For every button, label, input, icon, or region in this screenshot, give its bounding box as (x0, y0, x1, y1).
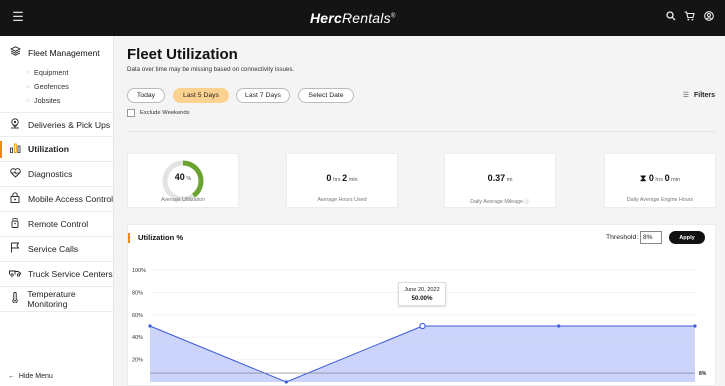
sidebar-item-label: Diagnostics (28, 169, 73, 179)
filter-select-date-button[interactable]: Select Date (298, 88, 354, 103)
hide-menu-button[interactable]: ← Hide Menu (8, 373, 53, 380)
data-point (284, 380, 288, 384)
hourglass-icon: ⧗ (640, 173, 649, 183)
data-point (557, 324, 561, 328)
truck-icon (8, 268, 22, 280)
sidebar-item-label: Deliveries & Pick Ups (28, 119, 111, 130)
lock-icon (8, 192, 22, 206)
sidebar-subitem-jobsites[interactable]: Jobsites (26, 96, 60, 105)
arrow-left-icon: ← (8, 373, 15, 380)
sidebar-subitem-geofences[interactable]: Geofences (26, 82, 69, 91)
sidebar-item-service-calls[interactable]: Service Calls (0, 237, 114, 262)
tooltip-date: June 20, 2022 (404, 287, 440, 293)
sidebar-item-utilization[interactable]: Utilization (0, 137, 114, 162)
sidebar-item-truck-service[interactable]: Truck Service Centers (0, 262, 114, 287)
chart-tooltip: June 20, 2022 50.00% (398, 282, 446, 306)
average-hours-card: 0 hrs 2 min Average Hours Used (286, 153, 398, 208)
sidebar-item-deliveries[interactable]: Deliveries & Pick Ups (0, 112, 114, 137)
utilization-value: 40 % (174, 172, 192, 182)
sidebar-item-label: Fleet Management (28, 47, 100, 58)
brand-logo[interactable]: HercRentals® (310, 10, 395, 26)
sidebar-item-label: Temperature Monitoring (27, 289, 76, 309)
checkbox-box[interactable] (127, 109, 135, 117)
y-tick-label: 40% (132, 335, 143, 341)
data-point-highlight (419, 322, 426, 330)
sidebar-item-remote-control[interactable]: Remote Control (0, 212, 114, 237)
cart-icon[interactable] (684, 11, 695, 24)
card-label: Daily Average Mileage ⓘ (470, 199, 530, 205)
page-subtitle: Data over time may be missing based on c… (127, 66, 295, 73)
layers-icon (8, 46, 22, 59)
engine-hours-value: ⧗ 0 hrs 0 min (640, 173, 680, 183)
y-tick-label: 80% (132, 290, 143, 296)
sidebar-item-label: Remote Control (28, 219, 89, 229)
filter-today-button[interactable]: Today (127, 88, 165, 103)
data-point (148, 324, 152, 328)
main-content: Fleet Utilization Data over time may be … (114, 36, 725, 386)
threshold-line-label: 8% (699, 371, 707, 377)
y-tick-label: 20% (132, 358, 143, 364)
thermometer-icon (8, 291, 21, 306)
page-title: Fleet Utilization (127, 46, 238, 63)
sliders-icon: ☰ (682, 92, 689, 99)
filters-button[interactable]: ☰ Filters (683, 91, 715, 99)
exclude-weekends-checkbox[interactable]: Exclude Weekends (127, 109, 190, 117)
y-tick-label: 60% (132, 313, 143, 319)
card-label: Average Hours Used (317, 197, 367, 203)
sidebar-item-temperature[interactable]: Temperature Monitoring (0, 287, 114, 312)
top-bar: ☰ HercRentals® (0, 0, 725, 36)
divider (127, 131, 715, 132)
mileage-value: 0.37 mi (487, 173, 513, 183)
sidebar-item-label: Utilization (28, 144, 70, 154)
map-pin-icon (8, 117, 22, 132)
hours-value: 0 hrs 2 min (326, 173, 358, 183)
hamburger-icon[interactable]: ☰ (10, 9, 26, 25)
utilization-chart-panel: Utilization % Threshold: 8% Apply 100% 80… (127, 224, 716, 386)
sidebar-item-mobile-access[interactable]: Mobile Access Control (0, 187, 114, 212)
remote-icon (8, 217, 22, 231)
sidebar-item-label: Mobile Access Control (28, 194, 114, 204)
account-icon[interactable] (704, 11, 714, 24)
sidebar-subitem-equipment[interactable]: Equipment (26, 68, 68, 77)
engine-hours-card: ⧗ 0 hrs 0 min Daily Average Engine Hours (604, 153, 716, 208)
tooltip-value: 50.00% (411, 295, 433, 302)
card-label: Daily Average Engine Hours (626, 197, 694, 203)
data-point (693, 324, 697, 328)
card-label: Average Utilization (160, 197, 206, 203)
info-icon[interactable]: ⓘ (524, 199, 529, 205)
series-area (150, 326, 695, 382)
filter-last-7-days-button[interactable]: Last 7 Days (236, 88, 290, 103)
sidebar-item-label: Service Calls (28, 244, 79, 254)
filter-last-5-days-button[interactable]: Last 5 Days (173, 88, 229, 103)
daily-mileage-card: 0.37 mi Daily Average Mileage ⓘ (444, 153, 556, 208)
average-utilization-card: 40 % Average Utilization (127, 153, 239, 208)
sidebar-item-label: Truck Service Centers (28, 269, 113, 279)
y-tick-label: 100% (132, 268, 146, 274)
search-icon[interactable] (666, 11, 676, 24)
pulse-icon (8, 167, 22, 181)
sidebar-item-diagnostics[interactable]: Diagnostics (0, 162, 114, 187)
sidebar-item-fleet-management[interactable]: Fleet Management (0, 46, 100, 59)
bar-chart-icon (8, 143, 22, 156)
flag-icon (8, 242, 22, 256)
sidebar: Fleet Management Equipment Geofences Job… (0, 36, 114, 386)
